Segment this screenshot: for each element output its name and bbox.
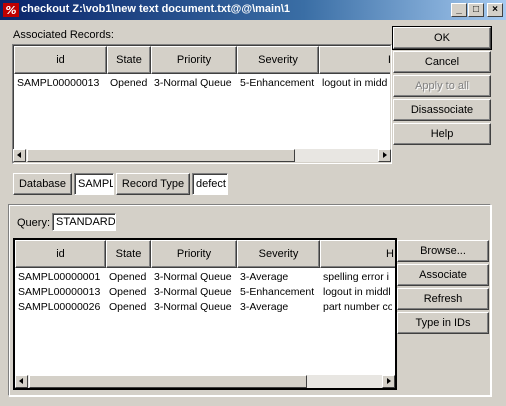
record-type-field[interactable]: defect xyxy=(192,173,228,195)
minimize-icon: _ xyxy=(456,4,462,15)
ok-label: OK xyxy=(434,32,450,44)
database-field[interactable]: SAMPL xyxy=(74,173,114,195)
cell-id: SAMPL00000013 xyxy=(18,286,101,298)
scroll-left-button[interactable] xyxy=(15,375,28,388)
query-field[interactable]: STANDARD xyxy=(52,213,116,231)
minimize-button[interactable]: _ xyxy=(451,3,467,17)
column-header-state[interactable]: State xyxy=(107,46,151,74)
browse-button[interactable]: Browse... xyxy=(397,240,489,262)
type-in-ids-label: Type in IDs xyxy=(415,317,471,329)
maximize-button[interactable]: □ xyxy=(468,3,484,17)
associate-button[interactable]: Associate xyxy=(397,264,489,286)
arrow-left-icon xyxy=(17,152,21,158)
column-header-severity[interactable]: Severity xyxy=(237,240,320,268)
scroll-right-button[interactable] xyxy=(382,375,395,388)
column-header-h[interactable]: H xyxy=(319,46,390,74)
scroll-left-button[interactable] xyxy=(13,149,26,162)
associated-records-table[interactable]: id State Priority Severity H SAMPL000000… xyxy=(12,44,392,164)
table-row[interactable]: SAMPL00000001 Opened 3-Normal Queue 3-Av… xyxy=(15,270,392,285)
cell-headline: part number co xyxy=(323,301,392,313)
cancel-label: Cancel xyxy=(424,56,460,68)
cell-state: Opened xyxy=(109,271,147,283)
cell-headline: logout in middl xyxy=(323,286,391,298)
help-button[interactable]: Help xyxy=(393,123,491,145)
cell-priority: 3-Normal Queue xyxy=(154,271,232,283)
query-table-header: id State Priority Severity H xyxy=(15,240,395,268)
cell-priority: 3-Normal Queue xyxy=(154,286,232,298)
associate-label: Associate xyxy=(419,269,467,281)
browse-label: Browse... xyxy=(420,245,466,257)
cell-severity: 5-Enhancement xyxy=(240,286,315,298)
cell-priority: 3-Normal Queue xyxy=(154,77,232,89)
arrow-right-icon xyxy=(387,378,391,384)
ok-button[interactable]: OK xyxy=(392,26,492,50)
record-type-label: Record Type xyxy=(121,178,185,190)
scroll-thumb[interactable] xyxy=(27,149,295,162)
type-in-ids-button[interactable]: Type in IDs xyxy=(397,312,489,334)
query-horizontal-scrollbar[interactable] xyxy=(15,375,395,388)
cell-id: SAMPL00000001 xyxy=(18,271,101,283)
query-results-table[interactable]: id State Priority Severity H SAMPL000000… xyxy=(13,238,397,390)
associated-horizontal-scrollbar[interactable] xyxy=(13,149,391,162)
table-row[interactable]: SAMPL00000026 Opened 3-Normal Queue 3-Av… xyxy=(15,300,392,315)
column-header-state[interactable]: State xyxy=(106,240,151,268)
close-button[interactable]: × xyxy=(487,3,503,17)
table-row[interactable]: SAMPL00000013 Opened 3-Normal Queue 5-En… xyxy=(14,76,389,91)
cell-priority: 3-Normal Queue xyxy=(154,301,232,313)
cell-id: SAMPL00000013 xyxy=(17,77,100,89)
cell-severity: 5-Enhancement xyxy=(240,77,315,89)
table-row[interactable]: SAMPL00000013 Opened 3-Normal Queue 5-En… xyxy=(15,285,392,300)
close-icon: × xyxy=(492,4,498,15)
cell-state: Opened xyxy=(109,286,147,298)
cell-state: Opened xyxy=(109,301,147,313)
column-header-priority[interactable]: Priority xyxy=(151,240,237,268)
refresh-label: Refresh xyxy=(423,293,463,305)
cell-severity: 3-Average xyxy=(240,301,289,313)
column-header-priority[interactable]: Priority xyxy=(151,46,237,74)
clearcase-app-icon: % xyxy=(3,3,19,17)
query-label: Query: xyxy=(17,217,51,229)
window-title: checkout Z:\vob1\new text document.txt@@… xyxy=(21,3,290,15)
apply-to-all-label: Apply to all xyxy=(415,80,469,92)
disassociate-button[interactable]: Disassociate xyxy=(393,99,491,121)
column-header-h[interactable]: H xyxy=(320,240,395,268)
refresh-button[interactable]: Refresh xyxy=(397,288,489,310)
disassociate-label: Disassociate xyxy=(410,104,474,116)
scroll-right-button[interactable] xyxy=(378,149,391,162)
help-label: Help xyxy=(430,128,454,140)
scroll-thumb[interactable] xyxy=(29,375,307,388)
database-label: Database xyxy=(18,178,67,190)
cell-state: Opened xyxy=(110,77,148,89)
column-header-id[interactable]: id xyxy=(14,46,107,74)
associated-table-header: id State Priority Severity H xyxy=(14,46,390,74)
column-header-severity[interactable]: Severity xyxy=(237,46,319,74)
apply-to-all-button[interactable]: Apply to all xyxy=(393,75,491,97)
arrow-left-icon xyxy=(19,378,23,384)
maximize-icon: □ xyxy=(472,4,480,15)
associated-records-label: Associated Records: xyxy=(13,29,114,41)
record-type-button[interactable]: Record Type xyxy=(116,173,190,195)
column-header-id[interactable]: id xyxy=(15,240,106,268)
database-button[interactable]: Database xyxy=(13,173,72,195)
svg-text:%: % xyxy=(5,4,16,17)
cell-severity: 3-Average xyxy=(240,271,289,283)
cancel-button[interactable]: Cancel xyxy=(393,51,491,73)
cell-headline: logout in midd xyxy=(322,77,388,89)
cell-headline: spelling error i xyxy=(323,271,389,283)
cell-id: SAMPL00000026 xyxy=(18,301,101,313)
title-bar[interactable]: % checkout Z:\vob1\new text document.txt… xyxy=(0,0,506,20)
arrow-right-icon xyxy=(383,152,387,158)
